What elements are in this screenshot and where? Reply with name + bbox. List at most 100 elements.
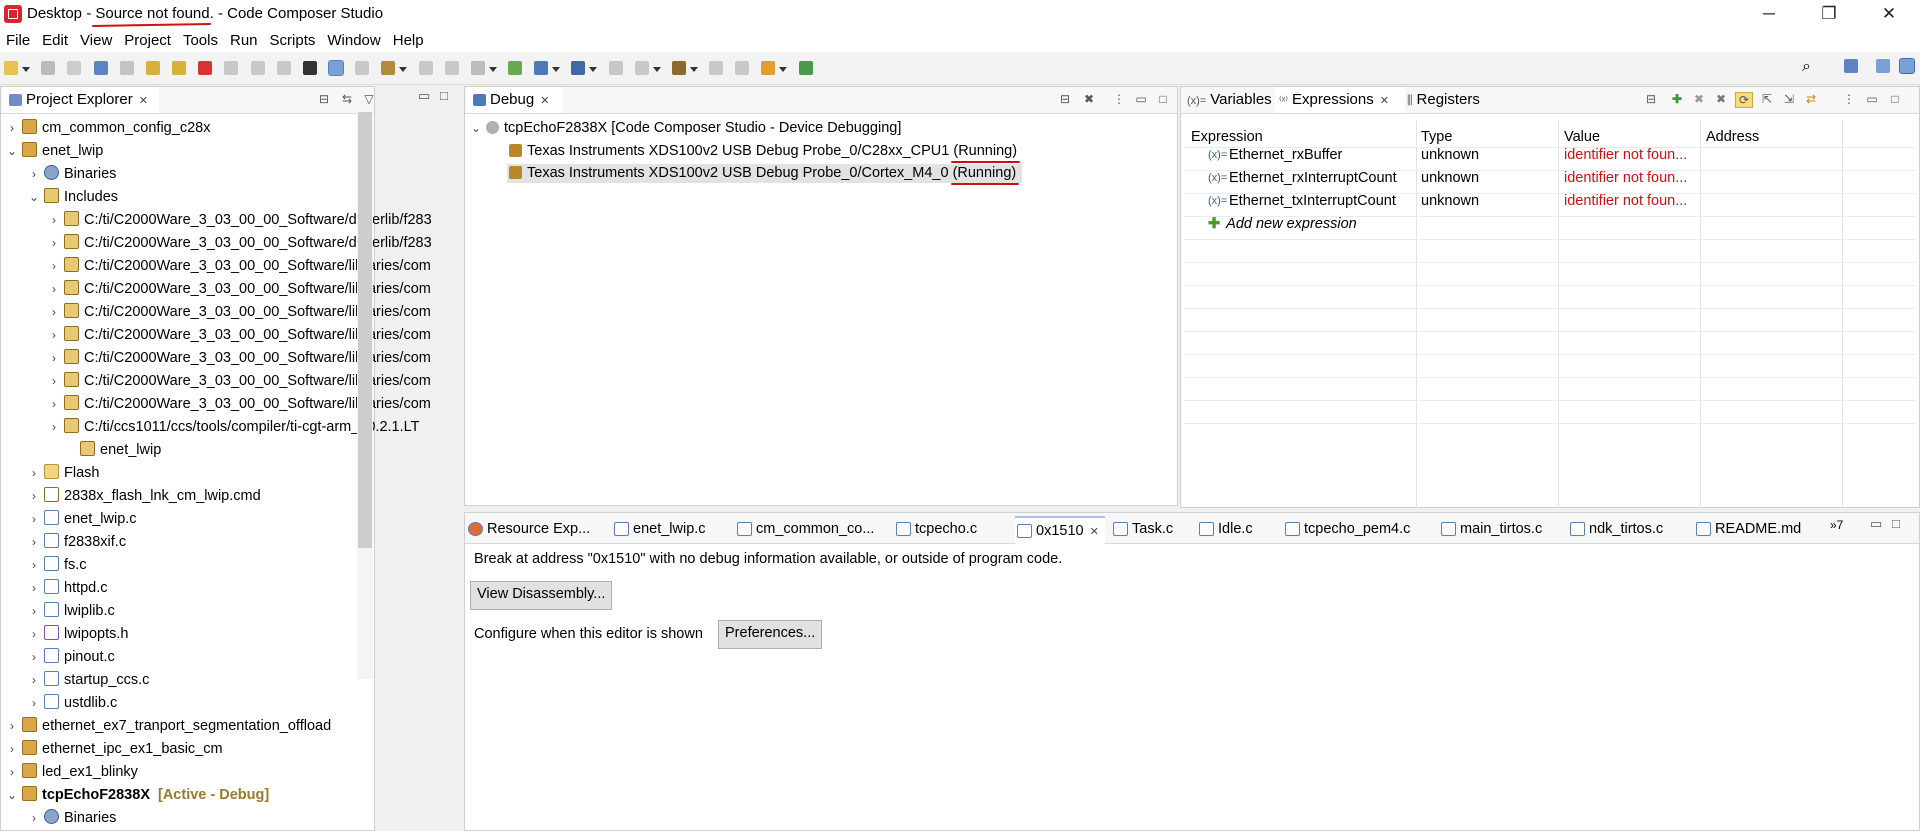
tree-item[interactable]: › C:/ti/C2000Ware_3_03_00_00_Software/lib… [48, 395, 431, 414]
tree-item[interactable]: › C:/ti/C2000Ware_3_03_00_00_Software/lib… [48, 280, 431, 299]
preferences-button[interactable]: Preferences... [718, 620, 823, 649]
collapsed-chevron-icon[interactable]: › [48, 326, 60, 345]
expression-value[interactable]: identifier not foun... [1564, 167, 1687, 189]
editor-tab[interactable]: 0x1510 ✕ [1015, 516, 1105, 544]
collapsed-chevron-icon[interactable]: › [28, 487, 40, 506]
save-icon[interactable] [41, 61, 56, 75]
collapsed-chevron-icon[interactable]: › [28, 602, 40, 621]
tree-item[interactable]: › ustdlib.c [28, 694, 117, 713]
ccs-perspective-icon[interactable] [1899, 58, 1915, 74]
filter-icon[interactable]: ▽ [361, 92, 377, 106]
grid-icon[interactable] [302, 61, 317, 75]
collapse-all-icon[interactable]: ⊟ [1643, 92, 1659, 106]
debug-icon[interactable] [534, 61, 549, 75]
flash-dropdown-icon[interactable] [399, 67, 408, 72]
collapsed-chevron-icon[interactable]: › [48, 211, 60, 230]
console-icon[interactable] [735, 61, 750, 75]
collapse-all-icon[interactable]: ⊟ [316, 92, 332, 106]
expression-value[interactable]: identifier not foun... [1564, 190, 1687, 212]
editor-tab[interactable]: Resource Exp... [468, 516, 590, 542]
editor-tab[interactable]: enet_lwip.c [614, 516, 706, 542]
menu-run[interactable]: Run [224, 30, 264, 52]
menu-view[interactable]: View [74, 30, 118, 52]
link-editor-icon[interactable]: ⇆ [339, 92, 355, 106]
view-menu-icon[interactable]: ⋮ [1841, 92, 1857, 106]
tree-item[interactable]: › ethernet_ipc_ex1_basic_cm [6, 740, 223, 759]
close-icon[interactable]: ✕ [1380, 95, 1389, 107]
menu-edit[interactable]: Edit [36, 30, 74, 52]
collapsed-chevron-icon[interactable]: › [28, 464, 40, 483]
tree-item[interactable]: › fs.c [28, 556, 87, 575]
perspective-icon[interactable] [1844, 59, 1858, 73]
tree-item[interactable]: › startup_ccs.c [28, 671, 149, 690]
tab-variables[interactable]: (x)= Variables [1187, 87, 1272, 113]
expression-type[interactable]: unknown [1421, 167, 1479, 189]
load-icon[interactable] [470, 61, 485, 75]
collapsed-chevron-icon[interactable]: › [28, 625, 40, 644]
maximize-view-icon[interactable]: □ [440, 88, 448, 103]
collapsed-chevron-icon[interactable]: › [6, 717, 18, 736]
restore-button[interactable]: ❐ [1806, 0, 1852, 30]
debug-view-icon[interactable] [93, 61, 108, 75]
collapsed-chevron-icon[interactable]: › [28, 809, 40, 828]
new-dropdown-icon[interactable] [22, 67, 30, 72]
collapsed-chevron-icon[interactable]: › [6, 740, 18, 759]
editor-tab[interactable]: tcpecho.c [896, 516, 977, 542]
tree-item[interactable]: › Flash [28, 464, 99, 483]
launch-icon[interactable] [761, 61, 776, 75]
restart-icon[interactable] [355, 61, 370, 75]
skip-breakpoints-icon[interactable] [119, 61, 134, 75]
editor-tab[interactable]: Task.c [1113, 516, 1173, 542]
terminate-icon[interactable] [198, 61, 213, 75]
menu-tools[interactable]: Tools [177, 30, 224, 52]
suspend-icon[interactable] [172, 61, 187, 75]
step-over-icon[interactable] [250, 61, 265, 75]
step-return-icon[interactable] [276, 61, 291, 75]
close-window-button[interactable]: ✕ [1866, 0, 1912, 30]
resume-icon[interactable] [145, 61, 160, 75]
menu-window[interactable]: Window [321, 30, 386, 52]
forward-dropdown-icon[interactable] [652, 67, 661, 72]
close-icon[interactable]: ✕ [540, 95, 549, 107]
debug-target-c28xx[interactable]: Texas Instruments XDS100v2 USB Debug Pro… [509, 142, 1017, 161]
collapsed-chevron-icon[interactable]: › [48, 349, 60, 368]
remove-expression-icon[interactable]: ✖ [1691, 92, 1707, 106]
debug-session[interactable]: ⌄ tcpEchoF2838X [Code Composer Studio - D… [470, 119, 901, 138]
minimize-view-icon[interactable]: ▭ [1864, 92, 1880, 106]
collapsed-chevron-icon[interactable]: › [28, 671, 40, 690]
collapsed-chevron-icon[interactable]: › [48, 372, 60, 391]
expression-name[interactable]: Ethernet_rxBuffer [1229, 144, 1342, 166]
search-icon[interactable]: ⌕ [1802, 58, 1811, 76]
tree-item[interactable]: › pinout.c [28, 648, 115, 667]
continuous-refresh-icon[interactable]: ⇄ [1803, 92, 1819, 106]
back-icon[interactable] [608, 61, 623, 75]
editor-tab[interactable]: ndk_tirtos.c [1570, 516, 1663, 542]
tab-overflow[interactable]: »7 [1830, 518, 1843, 532]
forward-icon[interactable] [634, 61, 649, 75]
tree-item[interactable]: › ethernet_ex7_tranport_segmentation_offl… [6, 717, 331, 736]
instruction-step-icon[interactable] [328, 60, 345, 76]
collapsed-chevron-icon[interactable]: › [48, 418, 60, 437]
tab-debug[interactable]: Debug ✕ [467, 87, 563, 113]
tree-item[interactable]: ⌄ Includes [28, 188, 118, 207]
tree-item[interactable]: enet_lwip [64, 441, 161, 460]
tree-item[interactable]: › lwipopts.h [28, 625, 128, 644]
collapsed-chevron-icon[interactable]: › [48, 303, 60, 322]
expression-type[interactable]: unknown [1421, 190, 1479, 212]
minimize-editor-icon[interactable]: ▭ [1870, 516, 1882, 532]
expression-type[interactable]: unknown [1421, 144, 1479, 166]
tree-item[interactable]: › httpd.c [28, 579, 108, 598]
open-perspective-icon[interactable] [798, 61, 813, 75]
maximize-view-icon[interactable]: □ [1155, 92, 1171, 106]
editor-tab[interactable]: cm_common_co... [737, 516, 874, 542]
import-icon[interactable]: ⇱ [1759, 92, 1775, 106]
expression-name[interactable]: Ethernet_rxInterruptCount [1229, 167, 1397, 189]
step-into-icon[interactable] [224, 61, 239, 75]
view-menu-icon[interactable]: ⋮ [1111, 92, 1127, 106]
tools-dropdown-icon[interactable] [689, 67, 698, 72]
debug-perspective-icon[interactable] [1876, 59, 1890, 73]
tree-item[interactable]: › Binaries [28, 809, 116, 828]
remove-all-icon[interactable]: ✖ [1713, 92, 1729, 106]
build-icon[interactable] [508, 61, 523, 75]
bug-dropdown-icon[interactable] [589, 67, 598, 72]
